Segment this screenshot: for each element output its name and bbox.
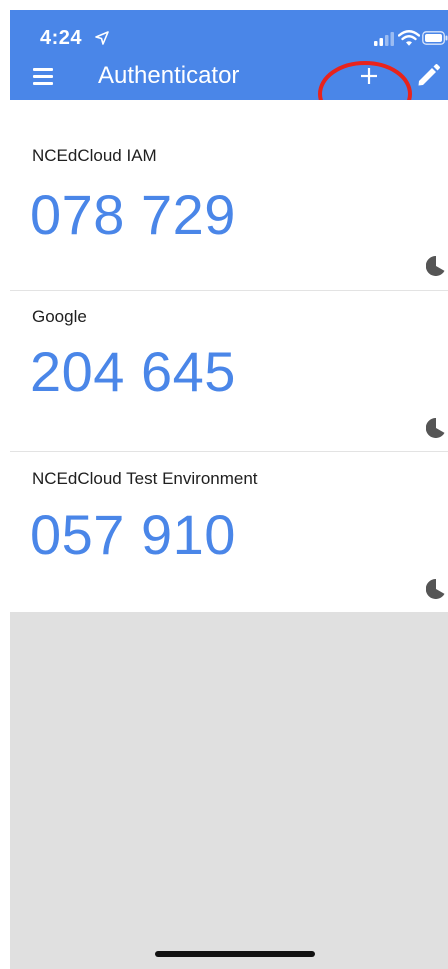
battery-icon xyxy=(422,31,448,45)
status-time: 4:24 xyxy=(40,27,83,49)
hamburger-menu-icon[interactable] xyxy=(26,59,60,93)
location-arrow-icon xyxy=(95,31,109,45)
countdown-pie-icon xyxy=(426,418,445,438)
pencil-icon xyxy=(418,64,440,86)
add-account-button[interactable] xyxy=(350,57,388,95)
empty-list-area xyxy=(10,612,448,969)
account-item[interactable]: NCEdCloud IAM 078 729 xyxy=(10,100,448,291)
countdown-pie-icon xyxy=(426,256,445,276)
account-item[interactable]: Google 204 645 xyxy=(10,291,448,452)
account-issuer: Google xyxy=(32,307,87,326)
account-issuer: NCEdCloud IAM xyxy=(32,146,157,165)
plus-icon xyxy=(361,68,377,84)
app-title: Authenticator xyxy=(98,62,240,89)
home-indicator[interactable] xyxy=(155,951,315,957)
edit-button[interactable] xyxy=(414,60,444,90)
account-code: 204 645 xyxy=(30,340,236,403)
app-bar: Authenticator xyxy=(10,54,448,100)
countdown-pie-icon xyxy=(426,579,445,599)
authenticator-screen: { "status_bar": { "time": "4:24", "locat… xyxy=(0,0,448,969)
account-list: NCEdCloud IAM 078 729 Google 204 645 NCE… xyxy=(10,100,448,613)
account-code: 078 729 xyxy=(30,183,236,246)
account-issuer: NCEdCloud Test Environment xyxy=(32,469,258,488)
account-item[interactable]: NCEdCloud Test Environment 057 910 xyxy=(10,452,448,613)
status-bar: 4:24 xyxy=(10,10,448,54)
top-bar: 4:24 Authenticator xyxy=(10,10,448,100)
account-code: 057 910 xyxy=(30,503,236,566)
signal-icon xyxy=(374,32,394,46)
wifi-icon xyxy=(398,30,420,46)
